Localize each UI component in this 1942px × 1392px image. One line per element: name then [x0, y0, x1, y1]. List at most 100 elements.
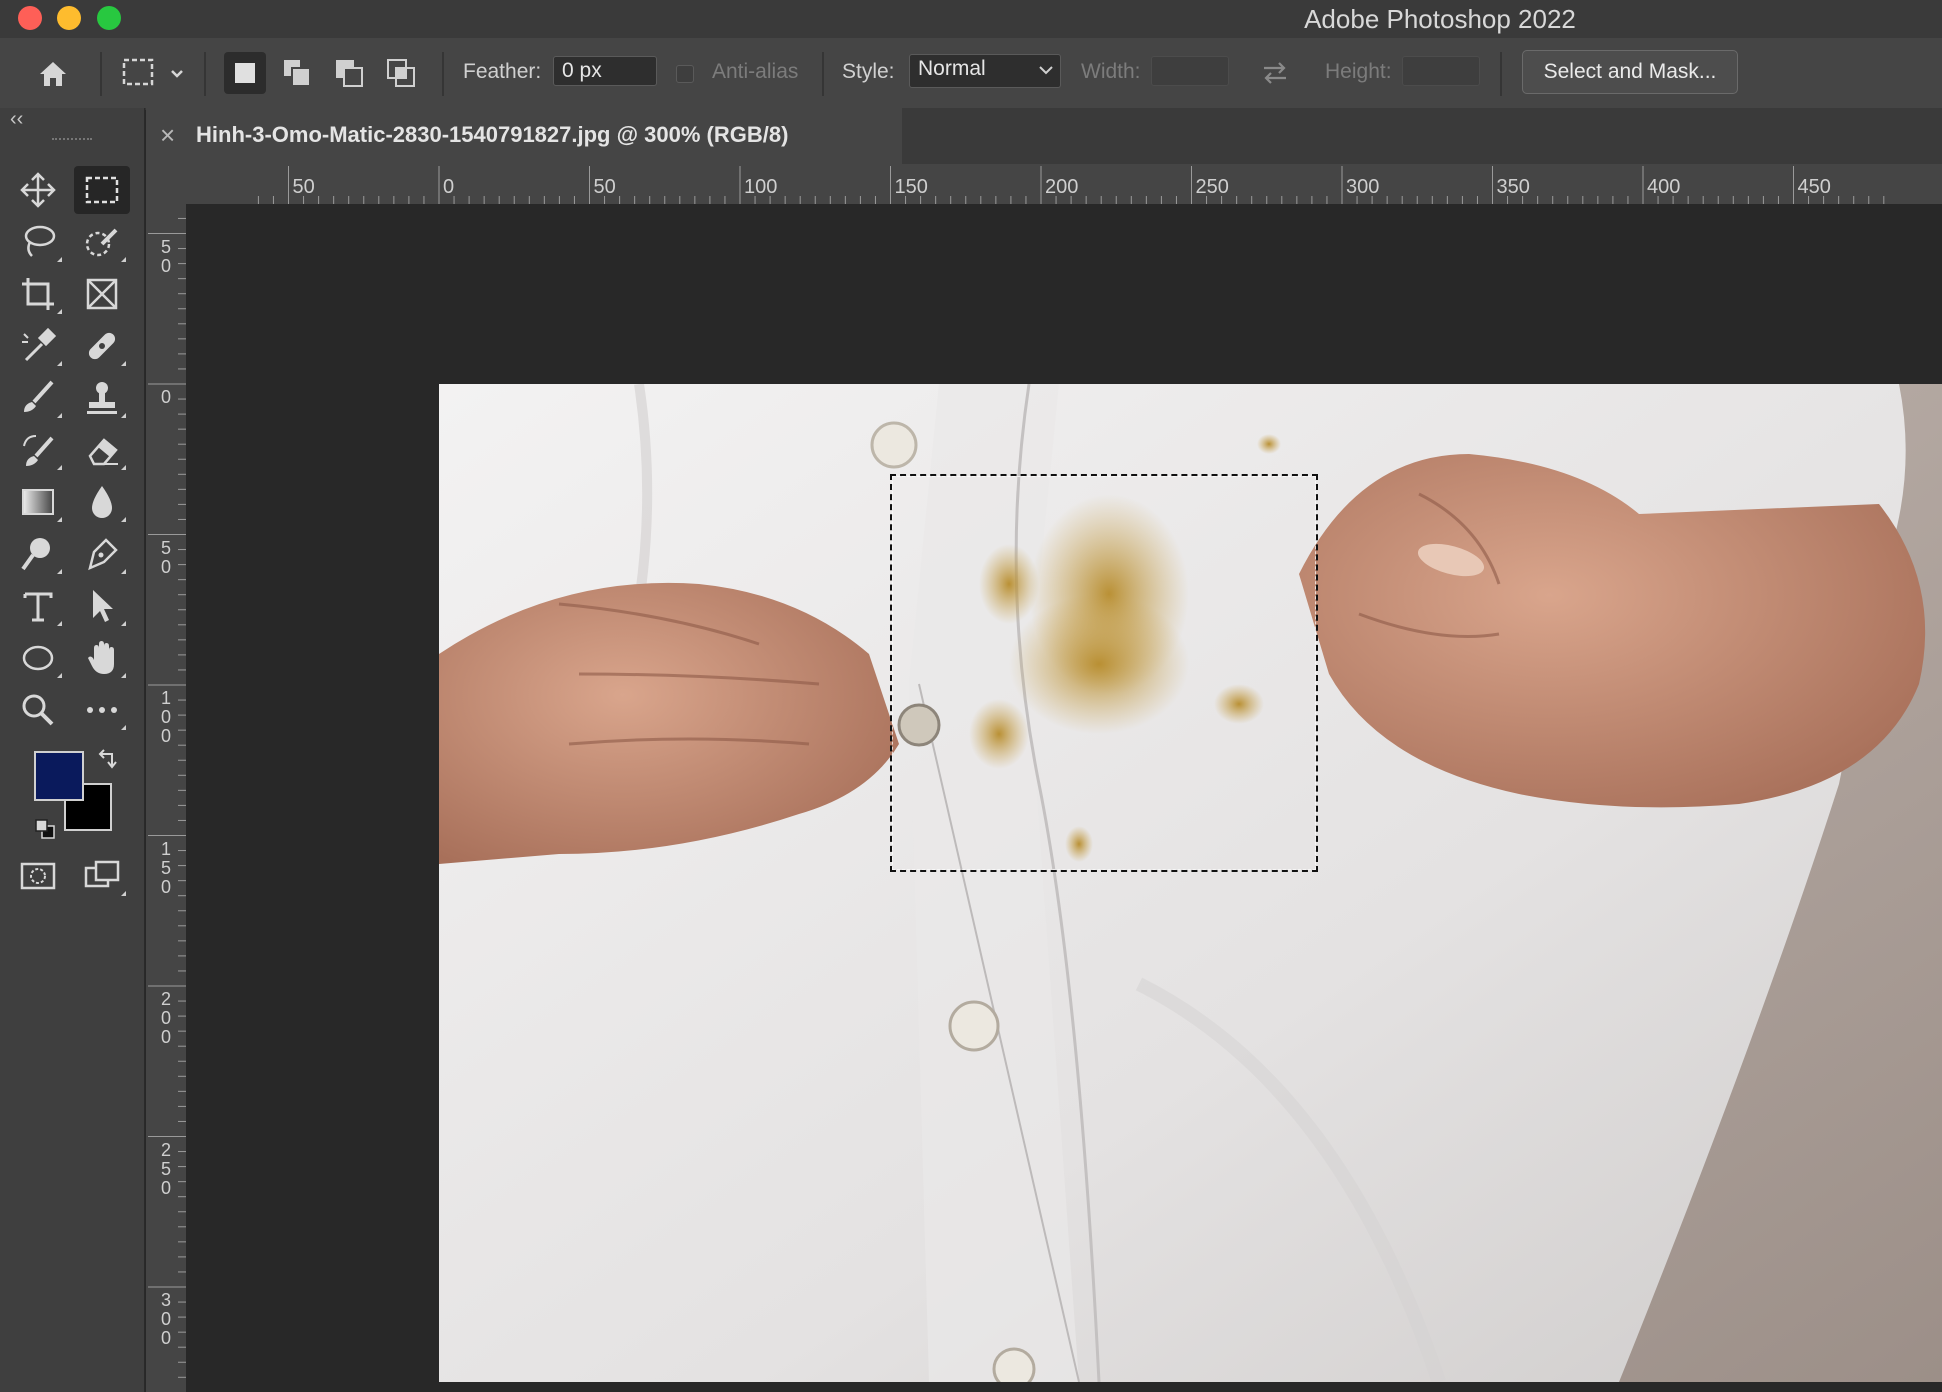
- style-select-value: Normal: [918, 57, 986, 80]
- brush-icon: [24, 380, 54, 412]
- brush-tool[interactable]: [10, 374, 66, 422]
- bandage-icon: [88, 332, 116, 360]
- quick-mask-icon: [20, 862, 56, 890]
- type-tool[interactable]: [10, 582, 66, 630]
- add-to-selection-button[interactable]: [276, 52, 318, 94]
- options-bar: Feather: 0 px Anti-alias Style: Normal W…: [0, 38, 1942, 110]
- stamp-icon: [87, 382, 117, 414]
- ruler-label: 50: [292, 176, 315, 198]
- feather-input[interactable]: 0 px: [553, 56, 657, 86]
- height-input[interactable]: [1402, 56, 1480, 86]
- type-icon: [23, 592, 53, 622]
- ruler-label: 50: [593, 176, 616, 198]
- move-icon: [20, 172, 56, 208]
- document-tab[interactable]: × Hinh-3-Omo-Matic-2830-1540791827.jpg @…: [146, 108, 902, 164]
- history-brush-tool[interactable]: [10, 426, 66, 474]
- marquee-icon: [85, 176, 119, 204]
- spot-healing-tool[interactable]: [74, 322, 130, 370]
- document-tab-bar: × Hinh-3-Omo-Matic-2830-1540791827.jpg @…: [146, 108, 1942, 164]
- screen-mode[interactable]: [74, 852, 130, 900]
- swap-width-height-button[interactable]: [1260, 58, 1290, 88]
- water-drop-icon: [92, 486, 112, 518]
- new-selection-button[interactable]: [224, 52, 266, 94]
- swap-colors-button[interactable]: [96, 748, 120, 772]
- swap-colors-icon: [98, 749, 117, 769]
- gradient-tool[interactable]: [10, 478, 66, 526]
- hand-tool[interactable]: [74, 634, 130, 682]
- quick-selection-tool[interactable]: [74, 218, 130, 266]
- horizontal-ruler[interactable]: 50 0 50 100 150 200 250 300 350 400 450: [146, 164, 1942, 204]
- ruler-label: 300: [1346, 176, 1380, 198]
- intersect-selection-icon: [387, 59, 415, 87]
- crop-tool[interactable]: [10, 270, 66, 318]
- blur-tool[interactable]: [74, 478, 130, 526]
- style-select[interactable]: Normal: [909, 54, 1061, 88]
- zoom-tool[interactable]: [10, 686, 66, 734]
- selection-marquee[interactable]: [890, 474, 1318, 872]
- ellipse-tool[interactable]: [10, 634, 66, 682]
- rectangular-marquee-tool[interactable]: [74, 166, 130, 214]
- intersect-selection-button[interactable]: [380, 52, 422, 94]
- anti-alias-label: Anti-alias: [712, 60, 799, 83]
- dodge-tool[interactable]: [10, 530, 66, 578]
- vertical-ruler[interactable]: 50 0 50 100 150 200 250 300: [146, 204, 186, 1392]
- ruler-label: 350: [1496, 176, 1530, 198]
- panel-grip[interactable]: [52, 138, 92, 146]
- tools-panel: ‹‹: [0, 108, 145, 1392]
- path-selection-tool[interactable]: [74, 582, 130, 630]
- eyedropper-icon: [22, 327, 57, 362]
- add-to-selection-icon: [284, 60, 311, 87]
- ruler-label: 300: [160, 1290, 171, 1348]
- ruler-label: 200: [160, 989, 171, 1047]
- quick-mask-mode[interactable]: [10, 852, 66, 900]
- quick-selection-icon: [85, 228, 118, 257]
- default-colors-icon: [35, 819, 55, 839]
- title-bar: Adobe Photoshop 2022: [0, 0, 1942, 38]
- anti-alias-checkbox[interactable]: [676, 65, 694, 83]
- app-title: Adobe Photoshop 2022: [1304, 4, 1576, 34]
- pen-tool[interactable]: [74, 530, 130, 578]
- swap-arrows-icon: [1264, 62, 1286, 84]
- ruler-label: 200: [1045, 176, 1079, 198]
- frame-tool[interactable]: [74, 270, 130, 318]
- clone-stamp-tool[interactable]: [74, 374, 130, 422]
- ellipse-icon: [22, 645, 54, 671]
- ruler-label: 250: [1195, 176, 1229, 198]
- eraser-icon: [88, 438, 118, 466]
- minimize-window-button[interactable]: [57, 6, 81, 30]
- home-icon: [40, 62, 66, 86]
- subtract-from-selection-button[interactable]: [328, 52, 370, 94]
- default-colors-button[interactable]: [34, 818, 56, 840]
- screen-mode-icon: [84, 860, 120, 888]
- ruler-label: 450: [1797, 176, 1831, 198]
- ruler-label: 0: [160, 387, 171, 407]
- pen-icon: [88, 538, 118, 571]
- lasso-tool[interactable]: [10, 218, 66, 266]
- new-selection-icon: [235, 63, 255, 83]
- ruler-label: 250: [160, 1139, 171, 1198]
- home-button[interactable]: [32, 52, 74, 94]
- eraser-tool[interactable]: [74, 426, 130, 474]
- style-label: Style:: [842, 60, 895, 83]
- width-input[interactable]: [1151, 56, 1229, 86]
- ruler-label: 100: [744, 176, 778, 198]
- gradient-icon: [22, 489, 54, 515]
- document-image[interactable]: [439, 384, 1942, 1382]
- chevron-down-icon: [1039, 66, 1053, 75]
- history-brush-icon: [23, 435, 54, 466]
- close-window-button[interactable]: [18, 6, 42, 30]
- close-tab-icon[interactable]: ×: [160, 120, 175, 151]
- move-tool[interactable]: [10, 166, 66, 214]
- eyedropper-tool[interactable]: [10, 322, 66, 370]
- hand-icon: [88, 641, 114, 674]
- ruler-label: 150: [160, 838, 171, 897]
- edit-toolbar-tool[interactable]: [74, 686, 130, 734]
- width-label: Width:: [1081, 60, 1141, 83]
- foreground-color-swatch[interactable]: [34, 751, 84, 801]
- collapse-panel-button[interactable]: ‹‹: [10, 108, 23, 131]
- marquee-tool-preset-picker[interactable]: [116, 52, 192, 94]
- zoom-window-button[interactable]: [97, 6, 121, 30]
- crop-icon: [22, 278, 54, 310]
- ruler-label: 100: [160, 688, 171, 746]
- select-and-mask-button[interactable]: Select and Mask...: [1522, 50, 1738, 94]
